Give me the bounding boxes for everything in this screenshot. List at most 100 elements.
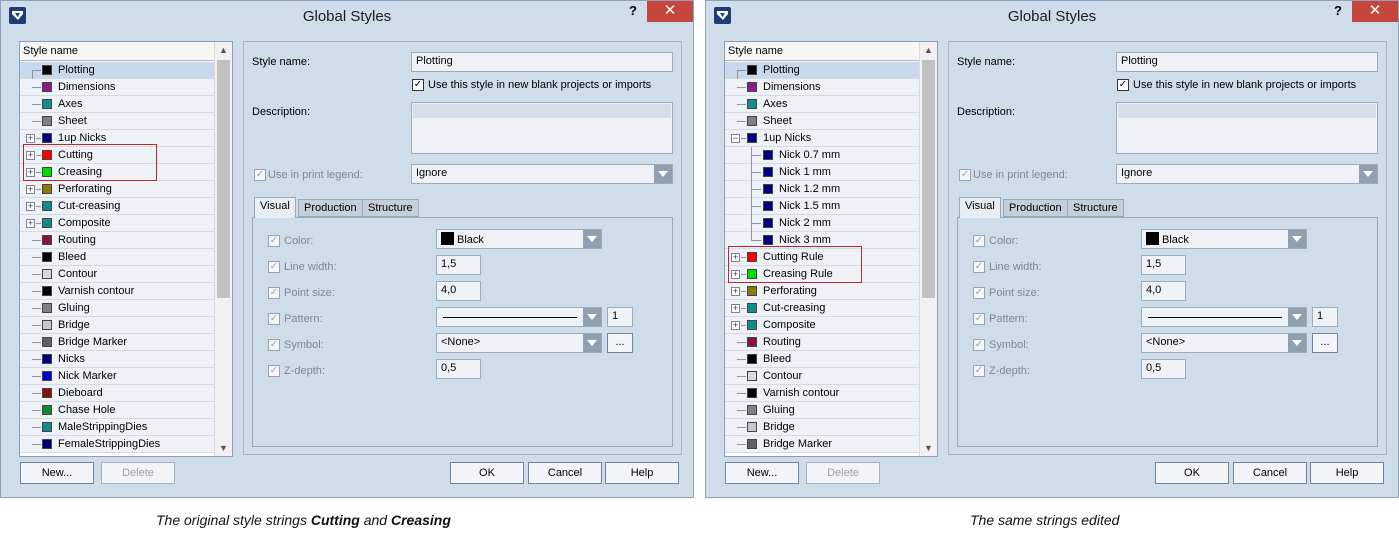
style-row[interactable]: Routing	[725, 334, 919, 351]
tab-production[interactable]: Production	[1003, 199, 1068, 217]
style-row[interactable]: Bridge	[725, 419, 919, 436]
ok-button[interactable]: OK	[1155, 462, 1229, 484]
list-header-style-name[interactable]: Style name	[725, 42, 937, 61]
line-width-checkbox[interactable]: ✓	[973, 261, 985, 273]
scroll-down-icon[interactable]: ▼	[219, 443, 228, 453]
ok-button[interactable]: OK	[450, 462, 524, 484]
pattern-checkbox[interactable]: ✓	[973, 313, 985, 325]
scroll-thumb[interactable]	[217, 60, 230, 298]
print-legend-select[interactable]: Ignore	[1116, 164, 1378, 184]
point-size-input[interactable]: 4,0	[436, 281, 481, 301]
delete-button[interactable]: Delete	[101, 462, 175, 484]
style-row[interactable]: Nick 1 mm	[725, 164, 919, 181]
help-button[interactable]: Help	[605, 462, 679, 484]
line-width-checkbox[interactable]: ✓	[268, 261, 280, 273]
tab-visual[interactable]: Visual	[254, 197, 296, 218]
point-size-checkbox[interactable]: ✓	[268, 287, 280, 299]
style-row[interactable]: Dieboard	[20, 385, 214, 402]
symbol-select[interactable]: <None>	[1141, 333, 1307, 353]
style-row[interactable]: Nicks	[20, 351, 214, 368]
print-legend-checkbox[interactable]: ✓	[959, 169, 971, 181]
new-button[interactable]: New...	[20, 462, 94, 484]
tab-visual[interactable]: Visual	[959, 197, 1001, 218]
scroll-down-icon[interactable]: ▼	[924, 443, 933, 453]
expand-plus-icon[interactable]: +	[26, 185, 35, 194]
zdepth-input[interactable]: 0,5	[436, 359, 481, 379]
color-select[interactable]: Black	[436, 229, 602, 249]
tab-production[interactable]: Production	[298, 199, 363, 217]
point-size-input[interactable]: 4,0	[1141, 281, 1186, 301]
style-row[interactable]: Dimensions	[20, 79, 214, 96]
use-style-checkbox[interactable]: ✓	[412, 79, 424, 91]
symbol-select[interactable]: <None>	[436, 333, 602, 353]
expand-plus-icon[interactable]: +	[26, 202, 35, 211]
cancel-button[interactable]: Cancel	[528, 462, 602, 484]
zdepth-checkbox[interactable]: ✓	[973, 365, 985, 377]
style-row[interactable]: Nick 1.5 mm	[725, 198, 919, 215]
style-name-input[interactable]: Plotting	[1116, 52, 1378, 72]
color-checkbox[interactable]: ✓	[973, 235, 985, 247]
zdepth-checkbox[interactable]: ✓	[268, 365, 280, 377]
scroll-up-icon[interactable]: ▲	[924, 45, 933, 55]
list-scrollbar[interactable]: ▲ ▼	[214, 42, 232, 456]
close-button[interactable]: ✕	[1352, 1, 1398, 22]
style-row[interactable]: + Cut-creasing	[725, 300, 919, 317]
line-width-input[interactable]: 1,5	[436, 255, 481, 275]
color-checkbox[interactable]: ✓	[268, 235, 280, 247]
dropdown-arrow-icon[interactable]	[1288, 334, 1306, 352]
style-row[interactable]: MaleStrippingDies	[20, 419, 214, 436]
cancel-button[interactable]: Cancel	[1233, 462, 1307, 484]
new-button[interactable]: New...	[725, 462, 799, 484]
pattern-select[interactable]	[436, 307, 602, 327]
help-question-icon[interactable]: ?	[629, 3, 637, 18]
style-row[interactable]: Plotting	[725, 62, 919, 79]
expand-plus-icon[interactable]: +	[731, 321, 740, 330]
style-row[interactable]: Bleed	[725, 351, 919, 368]
description-textarea[interactable]	[411, 102, 673, 154]
style-row[interactable]: Bridge	[20, 317, 214, 334]
style-row[interactable]: + Perforating	[20, 181, 214, 198]
dropdown-arrow-icon[interactable]	[1359, 165, 1377, 183]
tab-structure[interactable]: Structure	[1067, 199, 1124, 217]
style-row[interactable]: Bridge Marker	[725, 436, 919, 453]
symbol-browse-button[interactable]: ...	[607, 333, 633, 353]
line-width-input[interactable]: 1,5	[1141, 255, 1186, 275]
style-row[interactable]: Sheet	[725, 113, 919, 130]
scroll-up-icon[interactable]: ▲	[219, 45, 228, 55]
pattern-checkbox[interactable]: ✓	[268, 313, 280, 325]
style-row[interactable]: Contour	[725, 368, 919, 385]
zdepth-input[interactable]: 0,5	[1141, 359, 1186, 379]
symbol-checkbox[interactable]: ✓	[268, 339, 280, 351]
print-legend-checkbox[interactable]: ✓	[254, 169, 266, 181]
close-button[interactable]: ✕	[647, 1, 693, 22]
list-header-style-name[interactable]: Style name	[20, 42, 232, 61]
style-row[interactable]: Dimensions	[725, 79, 919, 96]
style-name-list[interactable]: Style name Plotting Dimensions Axes Sheet +1u…	[19, 41, 233, 457]
print-legend-select[interactable]: Ignore	[411, 164, 673, 184]
style-row[interactable]: + Composite	[725, 317, 919, 334]
color-select[interactable]: Black	[1141, 229, 1307, 249]
style-row[interactable]: Sheet	[20, 113, 214, 130]
help-question-icon[interactable]: ?	[1334, 3, 1342, 18]
style-row[interactable]: Axes	[20, 96, 214, 113]
help-button[interactable]: Help	[1310, 462, 1384, 484]
expand-plus-icon[interactable]: +	[26, 134, 35, 143]
style-row[interactable]: Gluing	[20, 300, 214, 317]
style-name-input[interactable]: Plotting	[411, 52, 673, 72]
style-row[interactable]: Varnish contour	[20, 283, 214, 300]
list-scrollbar[interactable]: ▲ ▼	[919, 42, 937, 456]
symbol-checkbox[interactable]: ✓	[973, 339, 985, 351]
expand-plus-icon[interactable]: +	[731, 287, 740, 296]
style-row[interactable]: Routing	[20, 232, 214, 249]
pattern-number-input[interactable]: 1	[1312, 307, 1338, 327]
dropdown-arrow-icon[interactable]	[1288, 230, 1306, 248]
expand-plus-icon[interactable]: +	[731, 304, 740, 313]
style-row[interactable]: Plotting	[20, 62, 214, 79]
point-size-checkbox[interactable]: ✓	[973, 287, 985, 299]
style-row[interactable]: Nick 1.2 mm	[725, 181, 919, 198]
style-row[interactable]: Nick Marker	[20, 368, 214, 385]
dropdown-arrow-icon[interactable]	[583, 230, 601, 248]
style-row[interactable]: Gluing	[725, 402, 919, 419]
description-textarea[interactable]	[1116, 102, 1378, 154]
delete-button[interactable]: Delete	[806, 462, 880, 484]
